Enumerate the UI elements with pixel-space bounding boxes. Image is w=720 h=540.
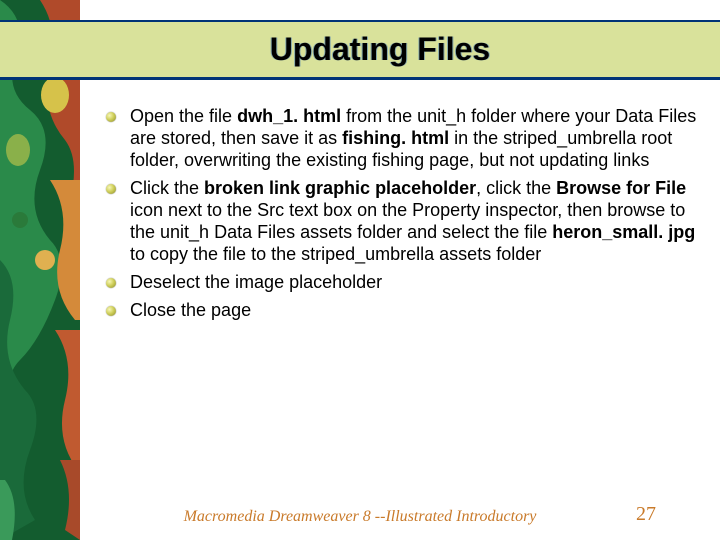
text: Open the file	[130, 106, 237, 126]
bold-text: heron_small. jpg	[552, 222, 695, 242]
decorative-sidebar-art	[0, 0, 80, 540]
slide-title: Updating Files	[270, 31, 490, 68]
title-band: Updating Files	[0, 20, 720, 80]
footer-text: Macromedia Dreamweaver 8 --Illustrated I…	[184, 508, 537, 525]
text: Deselect the image placeholder	[130, 272, 382, 292]
bold-text: fishing. html	[342, 128, 449, 148]
bold-text: dwh_1. html	[237, 106, 341, 126]
bold-text: broken link graphic placeholder	[204, 178, 476, 198]
text: Close the page	[130, 300, 251, 320]
text: Click the	[130, 178, 204, 198]
text: , click the	[476, 178, 556, 198]
list-item: Close the page	[100, 300, 700, 322]
list-item: Deselect the image placeholder	[100, 272, 700, 294]
footer: Macromedia Dreamweaver 8 --Illustrated I…	[0, 508, 720, 526]
bold-text: Browse for File	[556, 178, 686, 198]
text: to copy the file to the striped_umbrella…	[130, 244, 541, 264]
page-number: 27	[636, 503, 656, 526]
content-area: Open the file dwh_1. html from the unit_…	[100, 106, 700, 328]
list-item: Open the file dwh_1. html from the unit_…	[100, 106, 700, 172]
bullet-list: Open the file dwh_1. html from the unit_…	[100, 106, 700, 322]
list-item: Click the broken link graphic placeholde…	[100, 178, 700, 266]
